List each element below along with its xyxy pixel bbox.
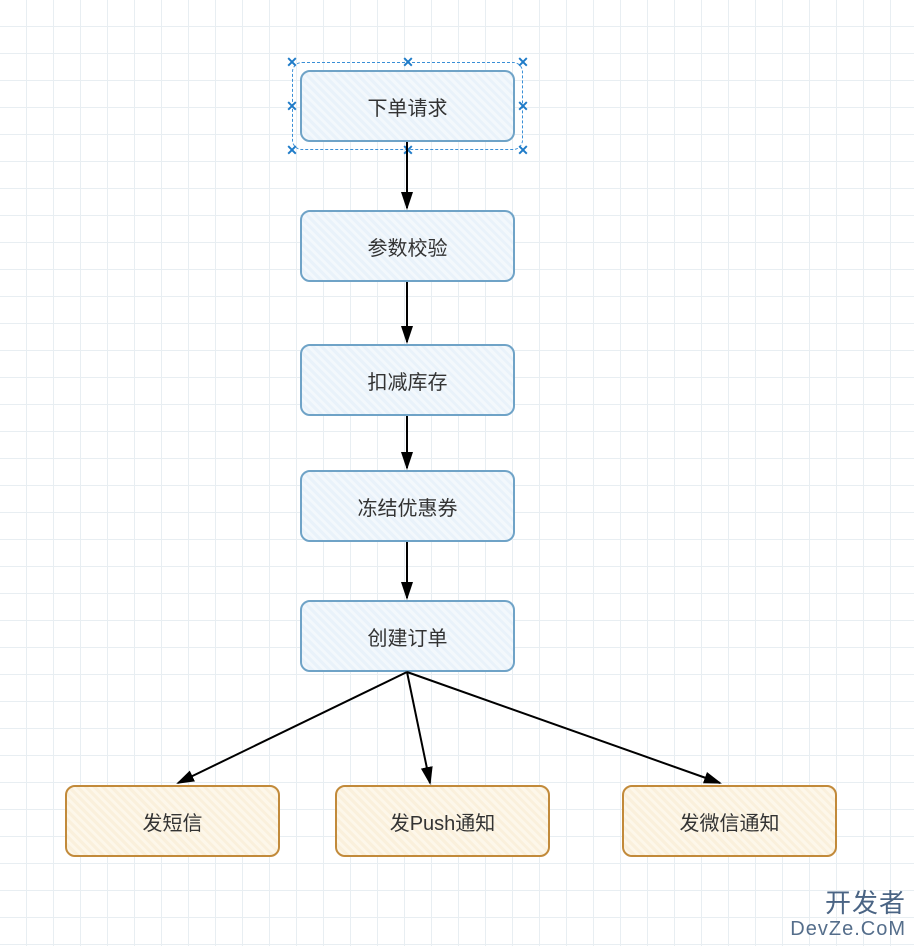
node-freeze-coupon[interactable]: 冻结优惠券 [300,470,515,542]
node-deduct-stock[interactable]: 扣减库存 [300,344,515,416]
node-label: 发短信 [143,807,203,836]
node-label: 创建订单 [368,622,448,651]
resize-handle-icon[interactable]: ✕ [286,100,298,112]
node-send-push[interactable]: 发Push通知 [335,785,550,857]
node-create-order[interactable]: 创建订单 [300,600,515,672]
node-label: 参数校验 [368,232,448,261]
node-label: 扣减库存 [368,366,448,395]
resize-handle-icon[interactable]: ✕ [517,100,529,112]
node-label: 下单请求 [368,92,448,121]
resize-handle-icon[interactable]: ✕ [517,56,529,68]
node-label: 冻结优惠券 [358,492,458,521]
resize-handle-icon[interactable]: ✕ [286,144,298,156]
edge [407,672,430,783]
diagram-canvas[interactable]: 下单请求 ✕ ✕ ✕ ✕ ✕ ✕ ✕ ✕ 参数校验 扣减库存 冻结优惠券 创建订… [0,0,914,946]
node-validate[interactable]: 参数校验 [300,210,515,282]
resize-handle-icon[interactable]: ✕ [402,56,414,68]
resize-handle-icon[interactable]: ✕ [286,56,298,68]
node-label: 发Push通知 [390,807,496,836]
node-request[interactable]: 下单请求 [300,70,515,142]
resize-handle-icon[interactable]: ✕ [402,144,414,156]
edge [407,672,720,783]
node-send-sms[interactable]: 发短信 [65,785,280,857]
node-label: 发微信通知 [680,807,780,836]
node-send-wechat[interactable]: 发微信通知 [622,785,837,857]
resize-handle-icon[interactable]: ✕ [517,144,529,156]
edge [178,672,407,783]
